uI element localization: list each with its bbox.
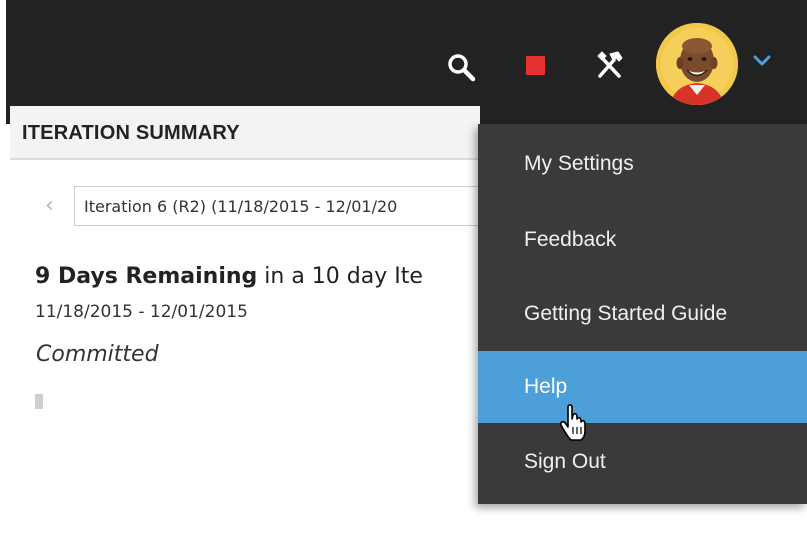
- menu-item-getting-started-guide[interactable]: Getting Started Guide: [478, 278, 807, 350]
- previous-iteration-button[interactable]: ‹: [45, 193, 54, 218]
- menu-item-label: Getting Started Guide: [524, 302, 728, 325]
- iteration-date-range: 11/18/2015 - 12/01/2015: [35, 302, 248, 322]
- avatar-portrait: [656, 23, 738, 105]
- user-menu-dropdown: My Settings Feedback Getting Started Gui…: [478, 124, 807, 504]
- search-icon[interactable]: [446, 52, 476, 82]
- menu-item-label: My Settings: [524, 152, 634, 175]
- days-remaining: 9 Days Remaining in a 10 day Ite: [35, 264, 423, 289]
- days-remaining-count: 9 Days Remaining: [35, 264, 258, 289]
- window-edge: [0, 0, 6, 124]
- chevron-down-icon[interactable]: [752, 54, 772, 68]
- committed-label: Committed: [36, 342, 159, 367]
- user-avatar[interactable]: [656, 23, 738, 105]
- menu-item-feedback[interactable]: Feedback: [478, 204, 807, 276]
- tools-icon[interactable]: [592, 48, 626, 82]
- progress-bar-stub: [35, 394, 43, 409]
- menu-item-label: Sign Out: [524, 450, 606, 473]
- menu-item-my-settings[interactable]: My Settings: [478, 128, 807, 200]
- iteration-select-value: Iteration 6 (R2) (11/18/2015 - 12/01/20: [84, 197, 398, 216]
- days-remaining-detail: in a 10 day Ite: [257, 264, 423, 289]
- iteration-summary-header: ITERATION SUMMARY: [10, 106, 480, 160]
- section-title: ITERATION SUMMARY: [22, 122, 240, 144]
- menu-item-help[interactable]: Help: [478, 351, 807, 423]
- hand-cursor-icon: [559, 404, 586, 441]
- iteration-select[interactable]: Iteration 6 (R2) (11/18/2015 - 12/01/20: [74, 186, 494, 226]
- stop-icon[interactable]: [526, 56, 545, 75]
- menu-item-label: Feedback: [524, 228, 617, 251]
- menu-item-sign-out[interactable]: Sign Out: [478, 426, 807, 498]
- menu-item-label: Help: [524, 375, 568, 398]
